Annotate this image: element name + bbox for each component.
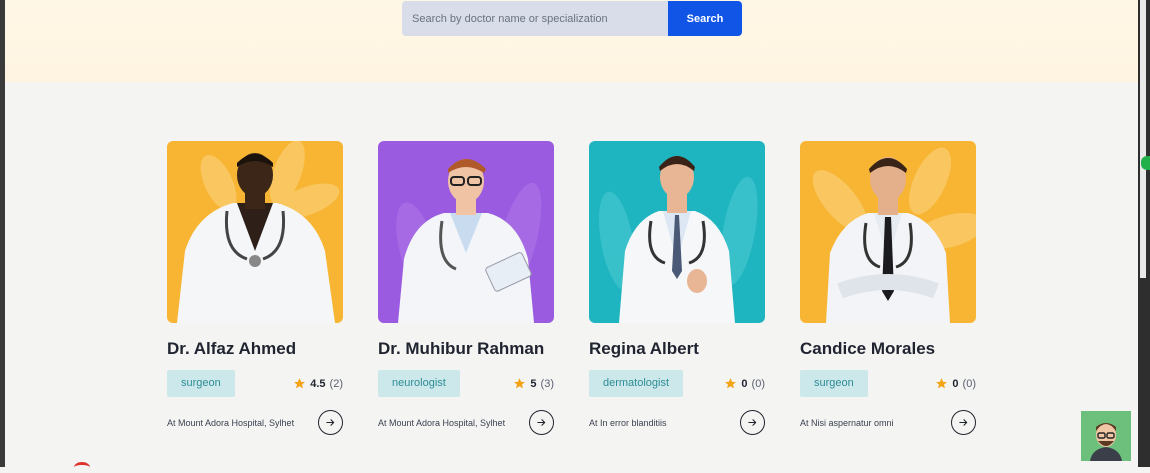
scrollbar[interactable] — [1140, 0, 1146, 278]
doctor-photo[interactable] — [378, 141, 554, 323]
doctor-location: At Nisi aspernatur omni — [800, 417, 894, 428]
rating: 0 (0) — [935, 377, 976, 390]
star-icon — [725, 378, 737, 389]
doctor-location: At In error blanditiis — [589, 417, 667, 428]
doctor-name[interactable]: Regina Albert — [589, 339, 765, 359]
search-button[interactable]: Search — [668, 1, 742, 36]
review-count: (3) — [540, 377, 554, 390]
user-avatar[interactable] — [1081, 411, 1131, 461]
doctor-card: Regina Albert dermatologist 0 (0) At In … — [589, 141, 765, 435]
specialization-badge: dermatologist — [589, 370, 684, 397]
doctor-name[interactable]: Dr. Muhibur Rahman — [378, 339, 554, 359]
rating: 4.5 (2) — [293, 377, 343, 390]
doctor-location: At Mount Adora Hospital, Sylhet — [167, 417, 295, 428]
logo-fragment — [74, 462, 90, 473]
review-count: (0) — [751, 377, 765, 390]
doctor-card: Candice Morales surgeon 0 (0) At Nisi as… — [800, 141, 976, 435]
view-doctor-button[interactable] — [318, 410, 343, 435]
rating-value: 0 — [952, 377, 959, 390]
arrow-right-icon — [748, 419, 757, 426]
specialization-badge: surgeon — [167, 370, 235, 397]
doctor-photo[interactable] — [167, 141, 343, 323]
search-bar: Search — [402, 1, 742, 36]
side-indicator — [1141, 156, 1150, 170]
star-icon — [936, 378, 948, 389]
doctor-card: Dr. Alfaz Ahmed surgeon 4.5 (2) At Mount… — [167, 141, 343, 435]
arrow-right-icon — [537, 419, 546, 426]
rating-value: 4.5 — [310, 377, 326, 390]
doctor-photo[interactable] — [800, 141, 976, 323]
rating-value: 0 — [741, 377, 748, 390]
rating: 0 (0) — [724, 377, 765, 390]
star-icon — [514, 378, 526, 389]
arrow-right-icon — [326, 419, 335, 426]
view-doctor-button[interactable] — [529, 410, 554, 435]
doctor-card: Dr. Muhibur Rahman neurologist 5 (3) At … — [378, 141, 554, 435]
view-doctor-button[interactable] — [951, 410, 976, 435]
review-count: (2) — [329, 377, 343, 390]
arrow-right-icon — [959, 419, 968, 426]
view-doctor-button[interactable] — [740, 410, 765, 435]
doctor-name[interactable]: Candice Morales — [800, 339, 976, 359]
review-count: (0) — [962, 377, 976, 390]
specialization-badge: neurologist — [378, 370, 460, 397]
specialization-badge: surgeon — [800, 370, 868, 397]
star-icon — [294, 378, 306, 389]
doctor-name[interactable]: Dr. Alfaz Ahmed — [167, 339, 343, 359]
doctor-photo[interactable] — [589, 141, 765, 323]
rating-value: 5 — [530, 377, 537, 390]
rating: 5 (3) — [513, 377, 554, 390]
search-input[interactable] — [402, 1, 668, 36]
doctor-location: At Mount Adora Hospital, Sylhet — [378, 417, 506, 428]
